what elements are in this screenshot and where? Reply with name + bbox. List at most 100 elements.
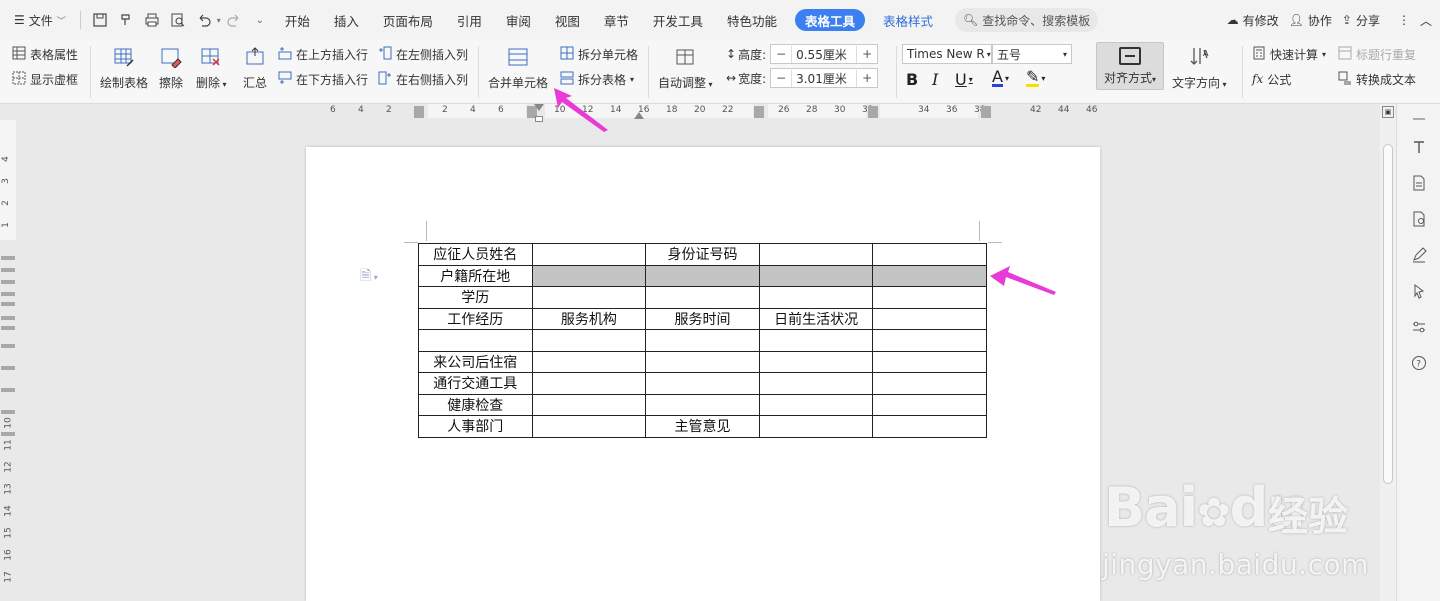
table-cell[interactable]: [872, 243, 987, 266]
right-indent-marker[interactable]: [634, 112, 644, 119]
scroll-top-button[interactable]: ▣: [1382, 106, 1394, 118]
split-cells-button[interactable]: 拆分单元格: [560, 44, 638, 64]
table-row[interactable]: [418, 329, 987, 352]
table-cell[interactable]: [531, 264, 647, 287]
table-cell[interactable]: [872, 264, 987, 287]
file-menu[interactable]: ☰ 文件 ﹀: [8, 6, 74, 34]
document-page[interactable]: 🗎 ▾ 应征人员姓名 身份证号码 户籍所在地 学历 工作经历 服务机构 服务时间 日前生活状况…: [306, 147, 1100, 601]
table-row[interactable]: 人事部门 主管意见: [418, 415, 987, 438]
sidebar-collapse-icon[interactable]: [1408, 108, 1430, 130]
table-cell[interactable]: [645, 329, 760, 352]
table-cell[interactable]: [645, 372, 760, 395]
delete-button[interactable]: 删除 ▾: [196, 44, 227, 91]
draw-table-button[interactable]: 绘制表格: [100, 44, 148, 91]
table-cell[interactable]: [531, 372, 647, 395]
tab-page-layout[interactable]: 页面布局: [371, 6, 445, 34]
tab-chapter[interactable]: 章节: [592, 6, 641, 34]
tab-insert[interactable]: 插入: [322, 6, 371, 34]
highlight-button[interactable]: ✎ ▾: [1026, 69, 1045, 87]
table-cell[interactable]: 服务时间: [645, 307, 760, 330]
collaborate-button[interactable]: 👤︎ 协作: [1289, 12, 1332, 29]
print-icon[interactable]: [139, 7, 165, 33]
table-cell[interactable]: [758, 264, 874, 287]
alignment-button[interactable]: 对齐方式▾: [1096, 42, 1164, 90]
italic-button[interactable]: I: [932, 70, 938, 89]
table-cell[interactable]: [645, 286, 760, 309]
tab-features[interactable]: 特色功能: [715, 6, 789, 34]
table-cell[interactable]: [872, 329, 987, 352]
tab-references[interactable]: 引用: [445, 6, 494, 34]
font-name-select[interactable]: Times New R ▾: [902, 44, 992, 64]
insert-row-below-button[interactable]: 在下方插入行: [278, 69, 368, 89]
tab-table-tools[interactable]: 表格工具: [794, 9, 865, 31]
table-properties-button[interactable]: 表格属性: [12, 44, 78, 64]
table-cell[interactable]: [758, 329, 874, 352]
indent-marker[interactable]: [534, 104, 544, 111]
table-cell[interactable]: 应征人员姓名: [418, 243, 533, 266]
document-icon[interactable]: [1408, 172, 1430, 194]
table-cell[interactable]: 来公司后住宿: [418, 350, 533, 373]
document-table[interactable]: 应征人员姓名 身份证号码 户籍所在地 学历 工作经历 服务机构 服务时间 日前生活状况 来公司后…: [418, 243, 987, 438]
horizontal-ruler[interactable]: 6422461012141618202226283032343638424446: [0, 104, 1380, 122]
table-cell[interactable]: [645, 393, 760, 416]
table-cell[interactable]: 通行交通工具: [418, 372, 533, 395]
table-cell[interactable]: [872, 286, 987, 309]
row-height-value[interactable]: 0.55厘米: [791, 45, 858, 63]
share-button[interactable]: ⇪ 分享: [1342, 12, 1380, 29]
column-width-spinner[interactable]: ↔ 宽度: − 3.01厘米 +: [726, 68, 879, 88]
table-row[interactable]: 应征人员姓名 身份证号码: [418, 243, 987, 266]
table-row[interactable]: 通行交通工具: [418, 372, 987, 395]
insert-column-left-button[interactable]: 在左侧插入列: [378, 44, 468, 64]
customize-dropdown-icon[interactable]: ⌄: [247, 7, 273, 33]
print-preview-icon[interactable]: [165, 7, 191, 33]
summary-button[interactable]: 汇总: [242, 44, 268, 91]
vertical-ruler[interactable]: 4 3 2 1 10 11 12 13 14 15 16 17: [0, 120, 16, 601]
bold-button[interactable]: B: [906, 70, 918, 89]
table-cell[interactable]: [872, 372, 987, 395]
table-cell[interactable]: 人事部门: [418, 415, 533, 438]
eraser-button[interactable]: 擦除: [158, 44, 184, 91]
tab-table-style[interactable]: 表格样式: [871, 6, 945, 34]
more-icon[interactable]: ⋮: [1398, 13, 1410, 27]
table-cell[interactable]: [872, 415, 987, 438]
sliders-icon[interactable]: [1408, 316, 1430, 338]
decrease-width-button[interactable]: −: [771, 71, 791, 85]
table-cell[interactable]: 主管意见: [645, 415, 760, 438]
show-gridlines-button[interactable]: 显示虚框: [12, 69, 78, 89]
quick-calc-button[interactable]: 快速计算 ▾: [1252, 44, 1326, 64]
table-row[interactable]: 健康检查: [418, 393, 987, 416]
text-style-icon[interactable]: [1408, 136, 1430, 158]
format-painter-icon[interactable]: [113, 7, 139, 33]
insert-row-above-button[interactable]: 在上方插入行: [278, 44, 368, 64]
auto-fit-button[interactable]: 自动调整 ▾: [658, 44, 713, 91]
table-cell[interactable]: [758, 350, 874, 373]
table-cell[interactable]: [531, 350, 647, 373]
font-size-select[interactable]: 五号 ▾: [992, 44, 1072, 64]
table-row[interactable]: 学历: [418, 286, 987, 309]
table-row[interactable]: 户籍所在地: [418, 264, 987, 287]
table-cell[interactable]: 健康检查: [418, 393, 533, 416]
underline-button[interactable]: U ▾: [955, 70, 973, 89]
row-height-spinner[interactable]: ↕ 高度: − 0.55厘米 +: [726, 44, 879, 64]
table-cell[interactable]: [758, 393, 874, 416]
table-cell[interactable]: [531, 393, 647, 416]
table-cell[interactable]: [418, 329, 533, 352]
increase-height-button[interactable]: +: [857, 47, 877, 61]
table-cell[interactable]: 工作经历: [418, 307, 533, 330]
pen-icon[interactable]: [1408, 244, 1430, 266]
table-cell[interactable]: [872, 393, 987, 416]
command-search[interactable]: 🔍︎ 查找命令、搜索模板: [954, 8, 1099, 32]
scrollbar-thumb[interactable]: [1383, 144, 1393, 484]
table-row[interactable]: 来公司后住宿: [418, 350, 987, 373]
merge-cells-button[interactable]: 合并单元格: [488, 44, 548, 91]
undo-icon[interactable]: [191, 7, 217, 33]
redo-icon[interactable]: [221, 7, 247, 33]
table-cell[interactable]: 身份证号码: [645, 243, 760, 266]
pointer-icon[interactable]: [1408, 280, 1430, 302]
repeat-header-button[interactable]: 标题行重复: [1338, 44, 1416, 64]
table-cell[interactable]: [531, 286, 647, 309]
table-cell[interactable]: [758, 243, 874, 266]
table-cell[interactable]: [758, 286, 874, 309]
document-settings-icon[interactable]: [1408, 208, 1430, 230]
modified-button[interactable]: ☁ 有修改: [1227, 12, 1279, 29]
